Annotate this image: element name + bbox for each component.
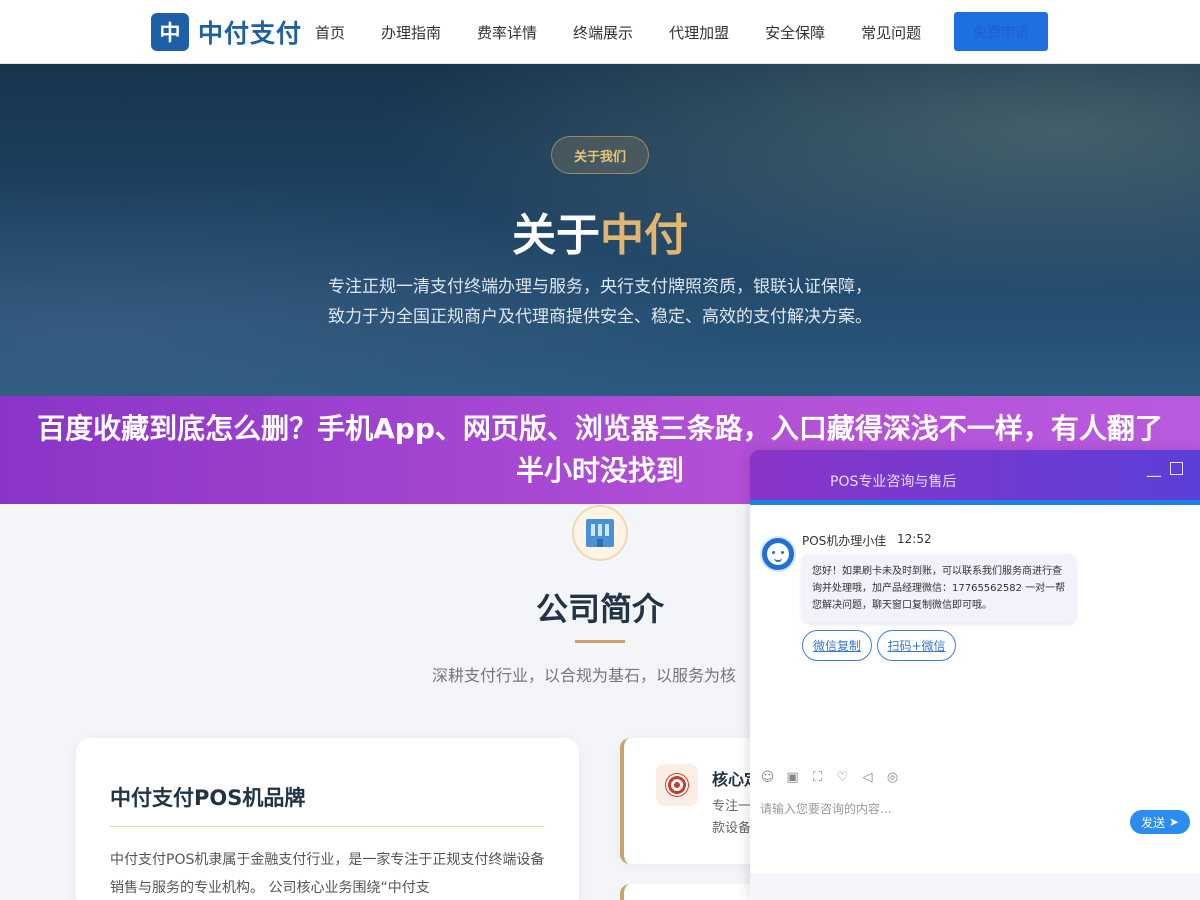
- brand-card-text: 中付支付POS机隶属于金融支付行业，是一家专注于正规支付终端设备销售与服务的专业…: [110, 852, 545, 896]
- hero-description: 专注正规一清支付终端办理与服务，央行支付牌照资质，银联认证保障， 致力于为全国正…: [328, 277, 872, 327]
- hero-title-prefix: 关于: [512, 210, 600, 261]
- hero-title-highlight: 中付: [600, 210, 688, 261]
- chat-widget[interactable]: POS专业咨询与售后 — POS机办理小佳 12:52 您好！如果刷卡未及时到账…: [750, 450, 1200, 900]
- site-logo[interactable]: 中 中付支付: [151, 13, 302, 51]
- hero-title: 关于中付: [0, 199, 1200, 263]
- screenshot-icon[interactable]: ⛶: [810, 770, 825, 785]
- image-icon[interactable]: ▣: [785, 770, 800, 785]
- chat-input[interactable]: 请输入您要咨询的内容...: [760, 800, 891, 817]
- divider: [110, 826, 544, 827]
- nav-rates[interactable]: 费率详情: [477, 22, 537, 43]
- core-card-text-line2: 款设备: [712, 821, 752, 836]
- agent-message: 您好！如果刷卡未及时到账，可以联系我们服务商进行查询并处理哦，加产品经理微信：1…: [802, 554, 1076, 623]
- target-icon: [656, 764, 698, 806]
- top-navigation: 中 中付支付 首页 办理指南 费率详情 终端展示 代理加盟 安全保障 常见问题 …: [0, 0, 1200, 64]
- chat-toolbar: ☺ ▣ ⛶ ♡ ◁ ◎: [760, 770, 910, 785]
- emoji-icon[interactable]: ☺: [760, 770, 775, 785]
- nav-security[interactable]: 安全保障: [765, 22, 825, 43]
- brand-card: 中付支付POS机品牌 中付支付POS机隶属于金融支付行业，是一家专注于正规支付终…: [76, 738, 579, 900]
- logo-text: 中付支付: [198, 19, 303, 48]
- chat-title: POS专业咨询与售后: [830, 474, 957, 490]
- chat-footer: [750, 874, 1200, 900]
- hero-section: 关于我们 关于中付 专注正规一清支付终端办理与服务，央行支付牌照资质，银联认证保…: [0, 64, 1200, 396]
- message-time: 12:52: [897, 532, 932, 546]
- chat-header: POS专业咨询与售后 —: [750, 450, 1200, 505]
- nav-terminals[interactable]: 终端展示: [573, 22, 633, 43]
- section-subtitle: 深耕支付行业，以合规为基石，以服务为核: [432, 666, 737, 685]
- send-button[interactable]: 发送 ➤: [1130, 810, 1190, 834]
- maximize-icon[interactable]: [1170, 462, 1183, 475]
- about-badge: 关于我们: [551, 136, 649, 174]
- wechat-icon[interactable]: ◎: [885, 770, 900, 785]
- voice-icon[interactable]: ◁: [860, 770, 875, 785]
- nav-agency[interactable]: 代理加盟: [669, 22, 729, 43]
- nav-home[interactable]: 首页: [315, 22, 345, 43]
- nav-guide[interactable]: 办理指南: [381, 22, 441, 43]
- agent-name: POS机办理小佳: [802, 534, 887, 548]
- minimize-icon[interactable]: —: [1146, 466, 1162, 485]
- nav-links: 首页 办理指南 费率详情 终端展示 代理加盟 安全保障 常见问题: [315, 0, 957, 64]
- nav-faq[interactable]: 常见问题: [861, 22, 921, 43]
- title-underline: [575, 640, 625, 643]
- core-card-text-line1: 专注一: [712, 799, 752, 814]
- send-label: 发送: [1141, 815, 1166, 830]
- agent-avatar: [760, 536, 796, 572]
- core-card-text: 专注一 款设备: [712, 796, 751, 840]
- brand-card-title: 中付支付POS机品牌: [110, 786, 306, 810]
- building-icon: [572, 505, 628, 561]
- rating-icon[interactable]: ♡: [835, 770, 850, 785]
- send-icon: ➤: [1168, 815, 1179, 829]
- copy-wechat-button[interactable]: 微信复制: [802, 630, 872, 661]
- apply-button[interactable]: 免费申请: [954, 12, 1048, 51]
- scan-wechat-button[interactable]: 扫码+微信: [877, 630, 956, 661]
- logo-mark: 中: [151, 13, 189, 51]
